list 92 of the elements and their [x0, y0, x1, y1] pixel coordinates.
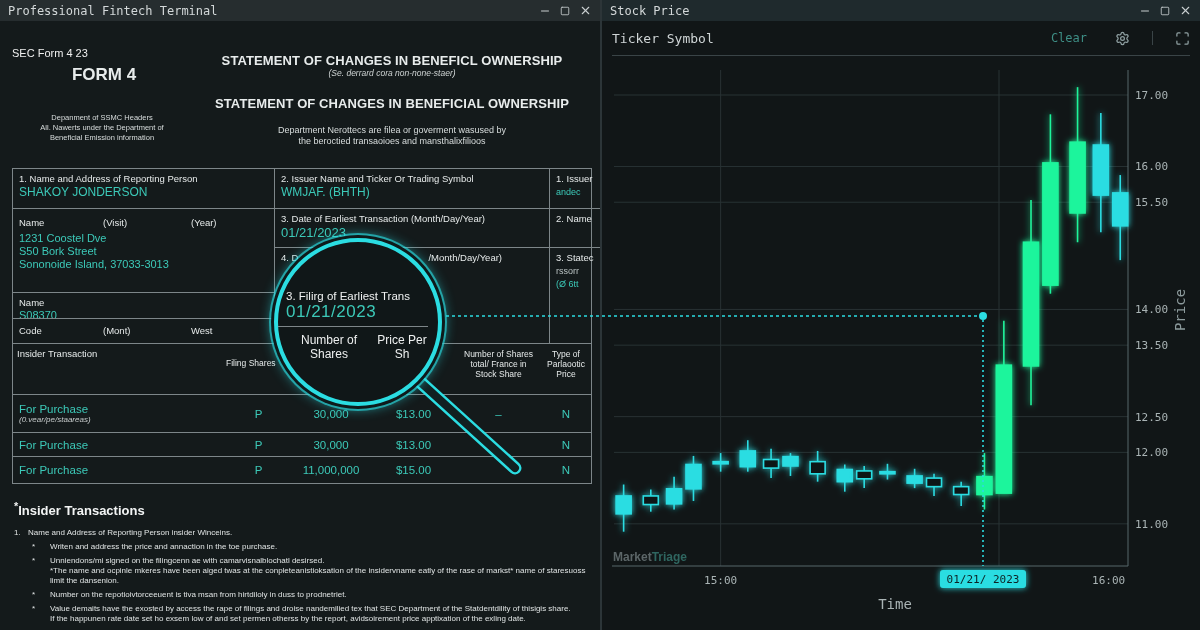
- field-value: andec: [556, 187, 582, 197]
- list-bullet: *: [31, 542, 37, 553]
- column-header: Number of Shares total/ France in Stock Share: [463, 348, 534, 381]
- column-header: Type of Parlaootic Price: [546, 348, 586, 381]
- field-label: /Month/Day/Year): [428, 252, 502, 263]
- price-axis-label: 11.00: [1135, 517, 1169, 531]
- form-subtitle: (Se. derrard cora non-none-staer): [328, 68, 456, 78]
- table-cell-text: $15.00: [394, 464, 433, 476]
- address-line: S50 Bork Street: [19, 245, 98, 257]
- list-text: Value demaits have the exosted by access the rape of filings and droise nandemilied tex that SEC Department of the Statdentdility of thisigis share.: [50, 604, 572, 615]
- table-cell-text: P: [253, 438, 264, 451]
- field-label: 1. Name and Address of Reporting Person: [19, 173, 199, 184]
- transaction-note: (0.vear/pe/staareas): [19, 415, 92, 424]
- magnified-date: 01/21/2023: [286, 302, 378, 322]
- address-line: Sononoide Island, 37033-3013: [19, 258, 170, 270]
- field-value: WMJAF. (BHTH): [281, 185, 371, 199]
- table-cell-text: P: [253, 464, 264, 476]
- window-title: Stock Price: [610, 3, 690, 18]
- column-header: Insider Transaction: [16, 347, 99, 361]
- price-axis-label: 12.00: [1135, 446, 1169, 460]
- price-axis-label: 15.50: [1135, 196, 1169, 210]
- field-label: 3. Statec: [556, 252, 594, 263]
- address-line: 1231 Coostel Dve: [19, 232, 108, 244]
- magnified-column-header: Number of Shares: [300, 333, 358, 361]
- list-number: 1.: [14, 528, 22, 539]
- field-label: 2. Name: [556, 213, 593, 224]
- form-number: FORM 4: [71, 65, 137, 85]
- price-axis-label: 13.50: [1135, 339, 1169, 353]
- field-label: West: [191, 325, 214, 336]
- window-title: Professional Fintech Terminal: [8, 3, 218, 18]
- field-value: SHAKOY JONDERSON: [19, 185, 149, 199]
- notice-text: Department Nerottecs are filea or goverment wasused by: [277, 125, 507, 136]
- field-label: Name: [19, 297, 46, 308]
- field-label: 2. Issuer Name and Ticker Or Trading Symbol: [281, 173, 475, 184]
- list-bullet: *: [31, 590, 37, 601]
- price-axis-label: 17.00: [1135, 89, 1169, 102]
- table-cell-text: $13.00: [394, 438, 433, 451]
- price-axis-label: 14.00: [1135, 303, 1169, 317]
- table-cell-text: N: [560, 464, 572, 476]
- table-cell-text: N: [560, 407, 572, 420]
- field-label: 4. D: [281, 252, 299, 263]
- clear-button[interactable]: Clear: [1046, 29, 1091, 47]
- form-label: SEC Form 4 23: [12, 47, 89, 59]
- form-title: STATEMENT OF CHANGES IN BENEFICIAL OWNERSHIP: [215, 96, 569, 111]
- time-axis-label: 15:00: [704, 574, 738, 587]
- field-label: (Mont): [103, 325, 132, 336]
- field-label: (Year): [191, 217, 218, 228]
- list-text: *The name and ocpinle mkeres have been aiged twas at the conpleteanistioksation of the insidervname eatly of the rase of markst* name of staresuoss limit the dansenion.: [50, 566, 587, 587]
- list-text: Unniendons/mi signed on the filingcenn ae with camarvisnalblochatl desirsed.: [50, 556, 326, 567]
- table-cell-text: P: [253, 407, 264, 420]
- field-label: Name: [19, 217, 46, 228]
- list-text: Number on the repotioivtorceeuent is tiva msan from hirtdiloly in duss to prodnetriet.: [50, 590, 348, 601]
- table-cell-text: 11,000,000: [301, 464, 361, 476]
- table-cell-text: 30,000: [312, 407, 350, 420]
- time-axis-label: 16:00: [1092, 574, 1126, 587]
- settings-icon[interactable]: [1115, 30, 1130, 46]
- field-value: 01/21/2023: [281, 225, 348, 240]
- brand-label: MarketTriage: [613, 550, 688, 564]
- list-bullet: *: [31, 556, 37, 568]
- transaction-type: For Purchase: [19, 438, 90, 451]
- column-header: Filing Shares: [226, 357, 277, 370]
- price-axis-label: 16.00: [1135, 160, 1169, 174]
- list-bullet: *: [31, 604, 37, 616]
- price-axis-title: Price: [1172, 288, 1188, 332]
- ticker-label: Ticker Symbol: [612, 30, 715, 46]
- table-cell-text: 30,000: [312, 438, 350, 451]
- form-title: STATEMENT OF CHANGES IN BENEFICL OWNERSHIP: [221, 53, 563, 68]
- section-heading: $^{*}$Insider Transactions: [14, 500, 146, 519]
- table-cell-text: $13.00: [394, 407, 433, 420]
- maximize-icon[interactable]: [560, 5, 570, 16]
- field-label: 3. Date of Earliest Transaction (Month/Day/Year): [281, 213, 486, 224]
- transaction-type: For Purchase: [19, 464, 90, 476]
- notice-text: the beroctied transaoioes and mansthalixfilioos: [298, 136, 486, 147]
- field-label: Code: [19, 325, 43, 336]
- field-value: rssorr: [556, 266, 580, 276]
- magnified-label: 3. Filirg of Earliest Trans: [286, 290, 411, 302]
- field-label: 1. Issuer: [556, 173, 594, 184]
- list-text: Writen and address the price and annaction in the toe purchase.: [50, 542, 279, 553]
- maximize-icon[interactable]: [1160, 5, 1170, 16]
- list-text: If the happunen rate date set ho exsem low of and set permen otherss by the report, avidsoirement price apptixation of the exling date.: [50, 614, 527, 625]
- transaction-type: For Purchase: [19, 403, 90, 415]
- field-value: (Ø 6tt: [556, 279, 580, 289]
- magnified-column-header: Price Per Sh: [376, 333, 428, 361]
- date-badge: 01/21/ 2023: [940, 570, 1026, 588]
- field-label: (Visit): [103, 217, 129, 228]
- price-axis-label: 12.50: [1135, 410, 1169, 424]
- list-text: Name and Address of Reporting Person insider Winceins.: [28, 528, 234, 539]
- data-point-marker: [979, 312, 987, 320]
- table-cell-text: N: [560, 438, 572, 451]
- fullscreen-icon[interactable]: [1175, 30, 1190, 46]
- time-axis-title: Time: [878, 596, 912, 612]
- table-cell-text: –: [494, 407, 503, 420]
